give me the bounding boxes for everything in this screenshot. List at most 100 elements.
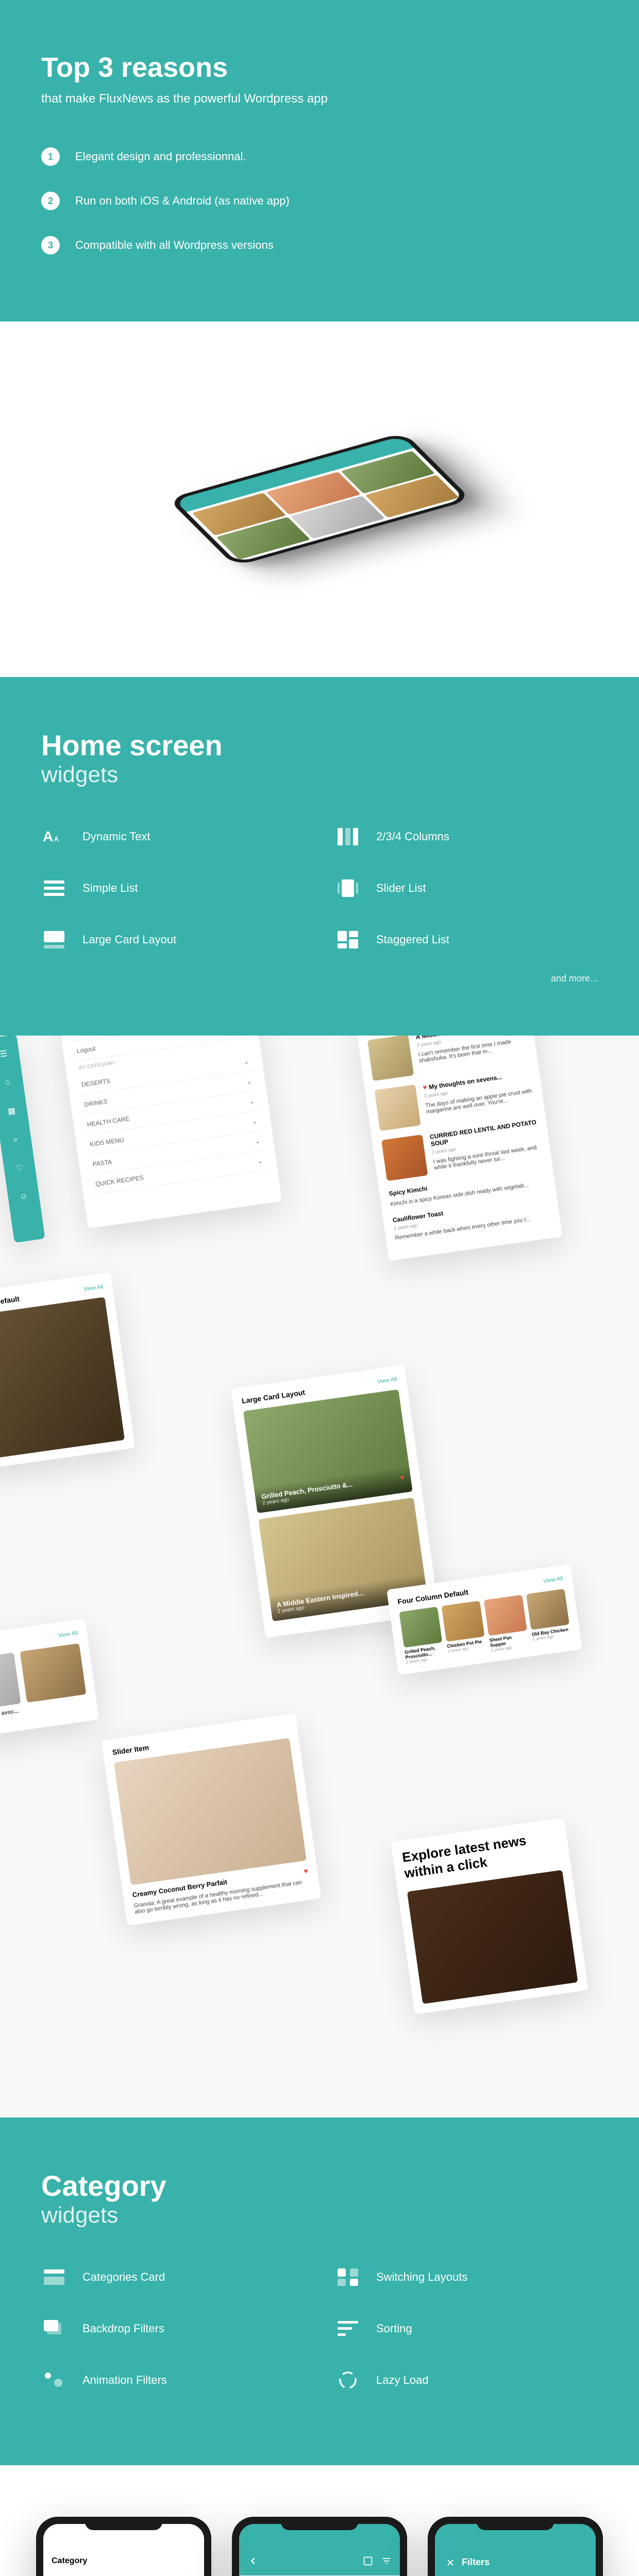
reason-item: 1 Elegant design and professionnal. — [41, 147, 598, 166]
chevron-down-icon: ⌄ — [246, 1078, 252, 1086]
grid-item[interactable]: Sheet Pan Supper2 years ago — [484, 1595, 530, 1652]
heart-icon[interactable]: ♥ — [303, 1867, 308, 1875]
two-column-mockup: nn DefaultView All amelo, Gold t, avoc..… — [0, 1618, 99, 1739]
top-reasons-title: Top 3 reasons — [41, 52, 598, 83]
search-icon[interactable]: ⌕ — [7, 1131, 24, 1148]
reason-text: Elegant design and professionnal. — [75, 150, 246, 163]
chevron-down-icon: ⌄ — [251, 1117, 258, 1125]
reason-item: 2 Run on both iOS & Android (as native a… — [41, 192, 598, 210]
svg-text:A: A — [43, 828, 53, 844]
filters-title: Filters — [445, 2557, 585, 2568]
menu-icon[interactable]: ☰ — [0, 1046, 12, 1062]
user-icon[interactable]: ☺ — [15, 1189, 32, 1205]
grid-item[interactable]: amelo, Gold t, avoc...ears ago — [0, 1652, 23, 1729]
grid-item[interactable]: Grilled Peach, Prosciutto...2 years ago — [399, 1606, 445, 1664]
reason-text: Run on both iOS & Android (as native app… — [75, 194, 290, 208]
top-reasons-subtitle: that make FluxNews as the powerful Wordp… — [41, 92, 598, 106]
category-widgets-title: Category — [41, 2169, 598, 2202]
lazy-icon — [335, 2367, 361, 2393]
backdrop-icon — [41, 2316, 67, 2342]
text-size-icon: Aᴀ — [41, 824, 67, 850]
widget-item: 2/3/4 Columns — [335, 824, 598, 850]
reason-number: 3 — [41, 236, 60, 255]
widget-label: Animation Filters — [82, 2374, 167, 2387]
widget-label: Sorting — [376, 2322, 412, 2335]
svg-text:ᴀ: ᴀ — [54, 833, 59, 843]
phone-mockup-filters: Filters By Category Deserts DRINKS⌄ HEAL… — [428, 2517, 603, 2576]
widget-label: Switching Layouts — [376, 2270, 467, 2284]
phone-mockup-grid — [232, 2517, 407, 2576]
widget-item: Slider List — [335, 875, 598, 901]
back-icon[interactable] — [247, 2555, 259, 2567]
reasons-list: 1 Elegant design and professionnal. 2 Ru… — [41, 147, 598, 255]
reason-number: 2 — [41, 192, 60, 210]
widget-item: Backdrop Filters — [41, 2316, 304, 2342]
sidebar-mini-mockup: ☰ ⌂ ▦ ⌕ ♡ ☺ — [0, 1036, 45, 1243]
heart-icon[interactable]: ♡ — [11, 1160, 28, 1177]
category-widgets-subtitle: widgets — [41, 2202, 598, 2228]
close-icon[interactable] — [445, 2557, 456, 2568]
phone-3d-section — [0, 321, 639, 677]
widget-item: Lazy Load — [335, 2367, 598, 2393]
widget-label: Categories Card — [82, 2270, 165, 2284]
widget-item: Aᴀ Dynamic Text — [41, 824, 304, 850]
grid-item[interactable]: Old Bay Chicken2 years ago — [526, 1589, 572, 1647]
widget-item: Animation Filters — [41, 2367, 304, 2393]
drawer-mockup: My Wishlist Logout BY CATEGORY DESERTS⌄ … — [58, 1036, 282, 1228]
columns-icon — [335, 824, 361, 850]
reason-item: 3 Compatible with all Wordpress versions — [41, 236, 598, 255]
view-all-link[interactable]: View All — [377, 1376, 397, 1385]
staggered-mockup: Staggered DefaultView All — [0, 1272, 135, 1470]
food-image — [114, 1738, 307, 1885]
grid-item[interactable] — [20, 1643, 89, 1720]
view-all-link[interactable]: View All — [83, 1284, 104, 1293]
sort-icon — [335, 2316, 361, 2342]
top-reasons-section: Top 3 reasons that make FluxNews as the … — [0, 0, 639, 321]
app-header — [239, 2547, 400, 2575]
widget-grid: Categories Card Switching Layouts Backdr… — [41, 2264, 598, 2393]
widget-item: Large Card Layout — [41, 927, 304, 953]
home-widgets-subtitle: widgets — [41, 762, 598, 788]
page-title: Category — [52, 2556, 87, 2566]
heart-icon: ♥ — [422, 1083, 427, 1092]
grid-item[interactable]: Chicken Pot Pie2 years ago — [442, 1601, 487, 1658]
view-all-link[interactable]: View All — [58, 1630, 78, 1639]
widget-item: Sorting — [335, 2316, 598, 2342]
widget-label: Backdrop Filters — [82, 2322, 164, 2335]
widget-label: Staggered List — [376, 933, 449, 946]
bottom-phones-section: Category DESERTS DRINKS HEALTH CARE KIDS… — [0, 2465, 639, 2576]
widget-label: Large Card Layout — [82, 933, 176, 946]
widget-item: Simple List — [41, 875, 304, 901]
widget-item: Staggered List — [335, 927, 598, 953]
widget-label: Slider List — [376, 882, 426, 895]
explore-mockup: Explore latest news within a click — [391, 1818, 588, 2014]
home-widgets-title: Home screen — [41, 728, 598, 762]
grid-icon[interactable]: ▦ — [4, 1103, 20, 1120]
home-icon[interactable]: ⌂ — [0, 1074, 16, 1091]
chevron-down-icon: ⌄ — [255, 1137, 261, 1145]
card-item[interactable]: Grilled Peach, Prosciutto &...♥2 years a… — [243, 1389, 413, 1513]
widget-label: Dynamic Text — [82, 830, 150, 843]
chevron-down-icon: ⌄ — [257, 1157, 263, 1165]
widget-grid: Aᴀ Dynamic Text 2/3/4 Columns Simple Lis… — [41, 824, 598, 953]
slider-icon — [335, 875, 361, 901]
phone-mockup-category-list: Category DESERTS DRINKS HEALTH CARE KIDS… — [36, 2517, 211, 2576]
and-more-text: and more... — [41, 973, 598, 984]
food-image — [407, 1870, 578, 2004]
switch-icon — [335, 2264, 361, 2290]
animation-icon — [41, 2367, 67, 2393]
mockups-collage: My Wishlist Logout BY CATEGORY DESERTS⌄ … — [0, 1036, 639, 2117]
list-icon — [41, 875, 67, 901]
card-icon — [41, 927, 67, 953]
widget-label: 2/3/4 Columns — [376, 830, 449, 843]
layout-icon[interactable] — [363, 2556, 373, 2566]
slider-item-mockup: Slider Item ♥ Creamy Coconut Berry Parfa… — [102, 1713, 322, 1925]
food-image — [0, 1297, 125, 1460]
phone-3d-mockup — [139, 383, 500, 615]
view-all-link[interactable]: View All — [543, 1575, 564, 1584]
filter-icon[interactable] — [381, 2556, 392, 2566]
reason-text: Compatible with all Wordpress versions — [75, 239, 274, 252]
reason-number: 1 — [41, 147, 60, 166]
widget-item: Switching Layouts — [335, 2264, 598, 2290]
widget-label: Simple List — [82, 882, 138, 895]
